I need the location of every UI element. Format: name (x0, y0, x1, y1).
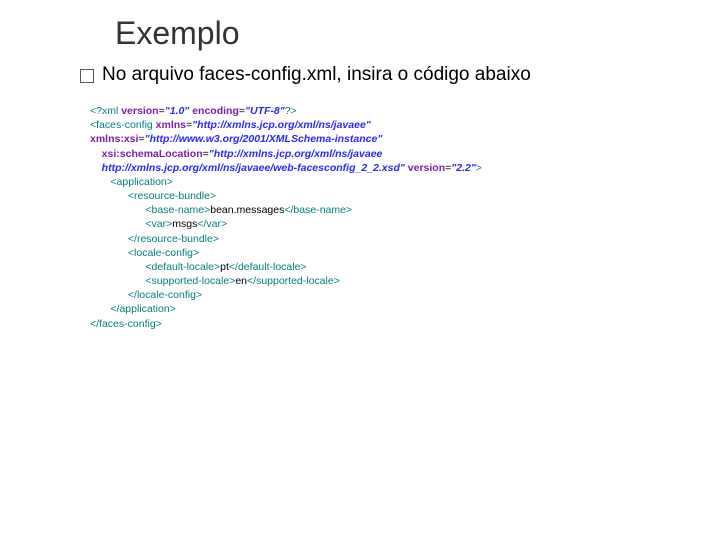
code-l16: </faces-config> (90, 318, 162, 330)
square-bullet-icon (80, 69, 94, 83)
code-l15: </application> (90, 303, 176, 315)
code-l4: xsi:schemaLocation="http://xmlns.jcp.org… (90, 148, 382, 160)
code-l10: </resource-bundle> (90, 233, 219, 245)
code-l2: <faces-config xmlns="http://xmlns.jcp.or… (90, 119, 371, 131)
code-l7: <resource-bundle> (90, 190, 216, 202)
code-l12: <default-locale>pt</default-locale> (90, 261, 307, 273)
bullet-text: No arquivo faces-config.xml, insira o có… (102, 64, 531, 86)
code-block: <?xml version="1.0" encoding="UTF-8"?> <… (90, 104, 680, 331)
code-l14: </locale-config> (90, 289, 202, 301)
code-l11: <locale-config> (90, 247, 199, 259)
code-l8: <base-name>bean.messages</base-name> (90, 204, 352, 216)
code-l6: <application> (90, 176, 173, 188)
code-l5: http://xmlns.jcp.org/xml/ns/javaee/web-f… (90, 162, 482, 174)
code-l13: <supported-locale>en</supported-locale> (90, 275, 340, 287)
slide-title: Exemplo (115, 15, 680, 52)
code-l3: xmlns:xsi="http://www.w3.org/2001/XMLSch… (90, 133, 382, 145)
slide-container: Exemplo No arquivo faces-config.xml, ins… (0, 0, 720, 540)
bullet-row: No arquivo faces-config.xml, insira o có… (80, 64, 680, 86)
code-l1: <?xml version="1.0" encoding="UTF-8"?> (90, 105, 297, 117)
code-l9: <var>msgs</var> (90, 218, 227, 230)
